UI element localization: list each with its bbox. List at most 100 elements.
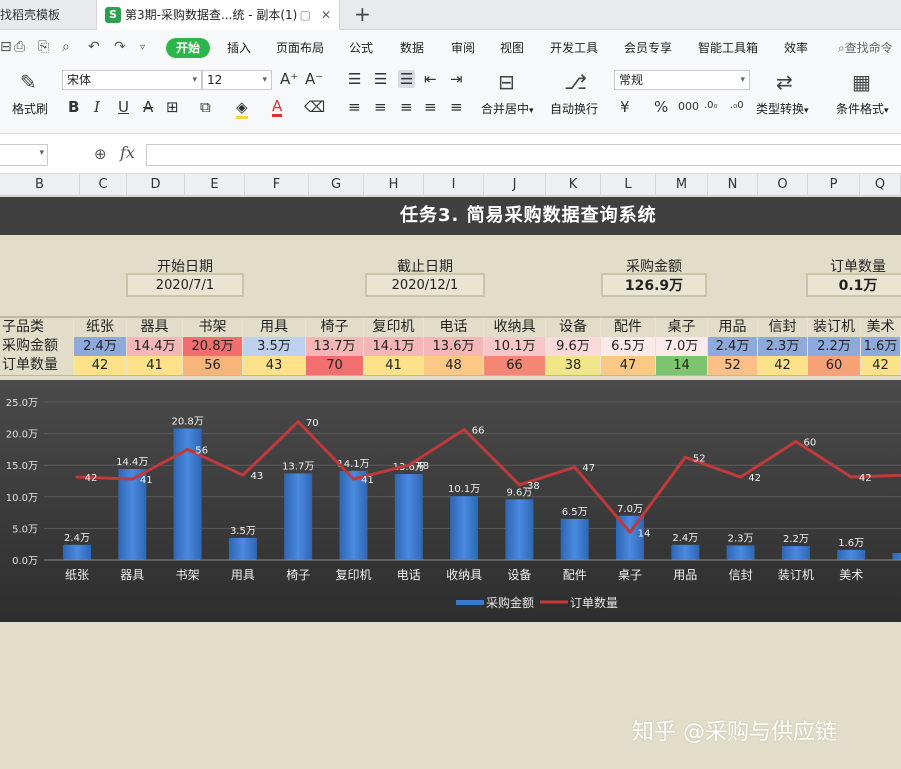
thousands-separator-icon[interactable]: 000	[678, 100, 699, 113]
column-header-q[interactable]: Q	[860, 174, 901, 196]
table-cell-category[interactable]: 用具	[243, 318, 306, 337]
menu-start[interactable]: 开始	[166, 38, 211, 58]
table-cell-amount[interactable]: 3.5万	[243, 337, 306, 356]
format-painter-icon[interactable]: ✎	[20, 70, 37, 94]
align-center-icon[interactable]: ≡	[374, 98, 387, 116]
name-box[interactable]: ▾	[0, 144, 48, 166]
fill-color-icon[interactable]: ◈	[236, 98, 248, 119]
tab-close-icon[interactable]: ✕	[321, 0, 331, 30]
table-cell-category[interactable]: 器具	[127, 318, 183, 337]
justify-icon[interactable]: ≡	[424, 98, 437, 116]
align-bottom-icon[interactable]: ☰	[398, 70, 416, 88]
menu-formula[interactable]: 公式	[349, 38, 373, 58]
indent-decrease-icon[interactable]: ⇤	[424, 70, 437, 88]
font-size-select[interactable]: 12 ▾	[202, 70, 272, 90]
table-cell-count[interactable]: 43	[243, 356, 306, 375]
number-format-select[interactable]: 常规 ▾	[614, 70, 750, 90]
border-icon[interactable]: ⊞	[166, 98, 179, 116]
eraser-icon[interactable]: ⌫	[304, 98, 325, 116]
align-right-icon[interactable]: ≡	[400, 98, 413, 116]
conditional-format-icon[interactable]: ▦	[852, 70, 871, 94]
command-search[interactable]: ⌕查找命令	[838, 38, 893, 58]
indent-increase-icon[interactable]: ⇥	[450, 70, 463, 88]
menu-view[interactable]: 视图	[500, 38, 524, 58]
table-cell-amount[interactable]: 6.5万	[601, 337, 656, 356]
column-header-l[interactable]: L	[601, 174, 656, 196]
table-cell-category[interactable]: 电话	[424, 318, 484, 337]
underline-icon[interactable]: U	[118, 98, 129, 116]
table-cell-amount[interactable]: 13.7万	[306, 337, 364, 356]
table-cell-category[interactable]: 用品	[708, 318, 758, 337]
table-cell-count[interactable]: 60	[808, 356, 861, 375]
align-top-icon[interactable]: ☰	[348, 70, 361, 88]
font-name-select[interactable]: 宋体 ▾	[62, 70, 202, 90]
table-cell-category[interactable]: 椅子	[306, 318, 364, 337]
start-date-field[interactable]: 2020/7/1	[126, 273, 244, 297]
increase-decimal-icon[interactable]: .0₀	[704, 100, 718, 111]
menu-page-layout[interactable]: 页面布局	[276, 38, 324, 58]
table-cell-amount[interactable]: 14.4万	[127, 337, 183, 356]
merge-center-button[interactable]: 合并居中▾	[481, 100, 534, 117]
strikethrough-icon[interactable]: A	[143, 98, 153, 116]
redo-icon[interactable]: ↷	[114, 39, 126, 55]
menu-smart-tools[interactable]: 智能工具箱	[698, 38, 758, 58]
column-header-i[interactable]: I	[424, 174, 484, 196]
table-cell-amount[interactable]: 14.1万	[364, 337, 424, 356]
bold-icon[interactable]: B	[68, 98, 79, 116]
column-header-h[interactable]: H	[364, 174, 424, 196]
table-cell-amount[interactable]: 7.0万	[656, 337, 708, 356]
align-middle-icon[interactable]: ☰	[374, 70, 387, 88]
table-cell-category[interactable]: 收纳具	[484, 318, 546, 337]
format-painter-button[interactable]: 格式刷	[12, 100, 48, 117]
combo-chart[interactable]: 0.0万 5.0万 10.0万 15.0万 20.0万 25.0万 2.4万 14.4万 20.…	[0, 380, 901, 622]
cell-style-icon[interactable]: ⧉	[200, 98, 211, 116]
table-cell-count[interactable]: 42	[758, 356, 808, 375]
table-cell-amount[interactable]: 2.4万	[708, 337, 758, 356]
column-header-p[interactable]: P	[808, 174, 860, 196]
table-cell-category[interactable]: 书架	[183, 318, 243, 337]
table-cell-count[interactable]: 47	[601, 356, 656, 375]
table-cell-count[interactable]: 42	[861, 356, 901, 375]
distributed-align-icon[interactable]: ≡	[450, 98, 463, 116]
percent-icon[interactable]: %	[654, 98, 668, 116]
wrap-text-icon[interactable]: ⎇	[564, 70, 587, 94]
table-cell-amount[interactable]: 2.3万	[758, 337, 808, 356]
column-header-e[interactable]: E	[185, 174, 245, 196]
table-cell-count[interactable]: 70	[306, 356, 364, 375]
table-cell-amount[interactable]: 2.2万	[808, 337, 861, 356]
table-cell-count[interactable]: 48	[424, 356, 484, 375]
tab-template[interactable]: 找稻壳模板	[0, 0, 90, 30]
table-cell-count[interactable]: 52	[708, 356, 758, 375]
italic-icon[interactable]: I	[94, 98, 100, 116]
undo-icon[interactable]: ↶	[88, 39, 100, 55]
font-color-icon[interactable]: A	[272, 98, 283, 117]
zoom-formula-icon[interactable]: ⊕	[94, 145, 107, 163]
font-increase-icon[interactable]: A⁺	[280, 70, 298, 88]
menu-insert[interactable]: 插入	[227, 38, 251, 58]
table-cell-category[interactable]: 装订机	[808, 318, 861, 337]
table-cell-amount[interactable]: 1.6万	[861, 337, 901, 356]
table-cell-category[interactable]: 信封	[758, 318, 808, 337]
type-convert-button[interactable]: 类型转换▾	[756, 100, 809, 117]
currency-icon[interactable]: ¥	[620, 98, 630, 116]
column-header-f[interactable]: F	[245, 174, 309, 196]
save-icon[interactable]: ⊟	[0, 39, 12, 55]
table-cell-category[interactable]: 美术	[861, 318, 901, 337]
menu-member[interactable]: 会员专享	[624, 38, 672, 58]
table-cell-amount[interactable]: 10.1万	[484, 337, 546, 356]
function-icon[interactable]: fx	[120, 143, 135, 162]
column-header-k[interactable]: K	[546, 174, 601, 196]
table-cell-count[interactable]: 41	[127, 356, 183, 375]
menu-efficiency[interactable]: 效率	[784, 38, 808, 58]
column-header-d[interactable]: D	[127, 174, 185, 196]
table-cell-category[interactable]: 设备	[546, 318, 601, 337]
table-cell-amount[interactable]: 13.6万	[424, 337, 484, 356]
decrease-decimal-icon[interactable]: .₀0	[730, 100, 744, 111]
table-cell-count[interactable]: 41	[364, 356, 424, 375]
print-icon[interactable]: ⎘	[38, 39, 49, 55]
column-header-g[interactable]: G	[309, 174, 364, 196]
new-tab-button[interactable]: +	[354, 0, 371, 30]
column-header-n[interactable]: N	[708, 174, 758, 196]
quick-access-more-icon[interactable]: ▿	[140, 42, 145, 53]
font-decrease-icon[interactable]: A⁻	[305, 70, 323, 88]
